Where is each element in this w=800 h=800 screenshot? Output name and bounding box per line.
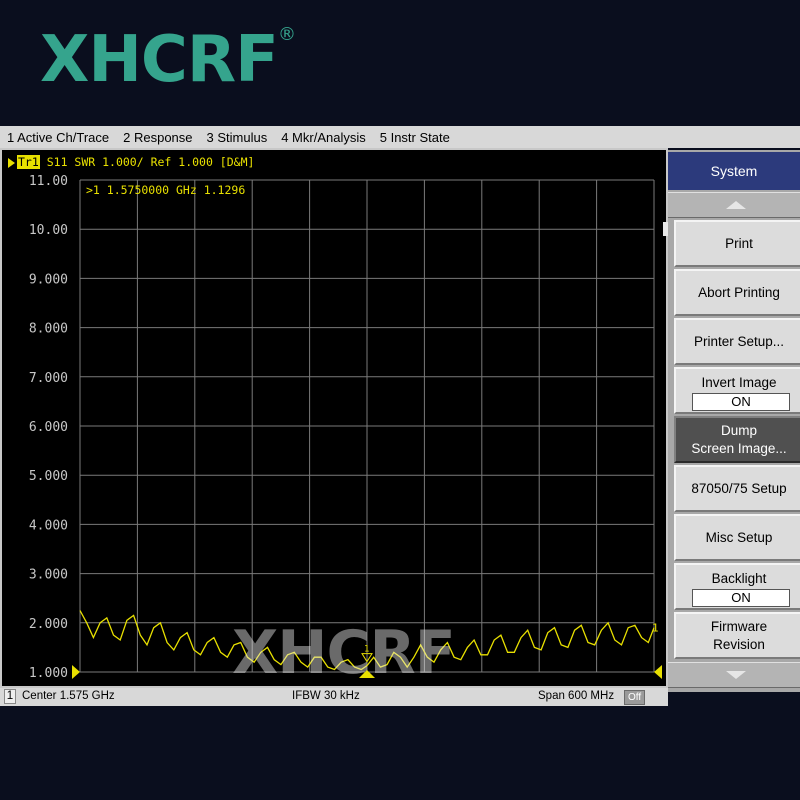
firmware-revision-softkey[interactable]: Firmware Revision bbox=[674, 612, 800, 659]
menu-response[interactable]: 2 Response bbox=[116, 130, 199, 145]
invert-image-softkey[interactable]: Invert Image ON bbox=[674, 367, 800, 414]
invert-image-value: ON bbox=[692, 393, 790, 411]
softkey-label: Firmware Revision bbox=[710, 618, 768, 652]
87050-75-setup-softkey[interactable]: 87050/75 Setup bbox=[674, 465, 800, 512]
ifbw[interactable]: IFBW 30 kHz bbox=[292, 690, 360, 702]
registered-mark: ® bbox=[278, 24, 296, 45]
y-tick-label: 6.000 bbox=[29, 420, 68, 435]
brand-logo: XHCRF bbox=[40, 23, 279, 97]
y-tick-label: 2.000 bbox=[29, 617, 68, 632]
brand-header: XHCRF ® bbox=[0, 0, 800, 122]
y-tick-label: 9.000 bbox=[29, 272, 68, 287]
arrow-down-icon bbox=[726, 671, 746, 679]
softkey-label: Dump Screen Image... bbox=[691, 422, 787, 456]
marker-1-label: 1 bbox=[364, 645, 369, 655]
softkey-label: Invert Image bbox=[701, 375, 777, 390]
softkey-label: Abort Printing bbox=[698, 284, 780, 300]
backlight-value: ON bbox=[692, 589, 790, 607]
trace-display: 11.00 10.00 9.000 8.000 7.000 6.000 5.000 4.000… bbox=[0, 148, 668, 688]
y-tick-label: 11.00 bbox=[29, 174, 68, 189]
span[interactable]: Span 600 MHz bbox=[538, 690, 614, 702]
y-tick-label: 3.000 bbox=[29, 568, 68, 583]
y-tick-label: 1.000 bbox=[29, 666, 68, 681]
y-tick-label: 8.000 bbox=[29, 322, 68, 337]
softkey-label: Misc Setup bbox=[705, 529, 773, 545]
arrow-up-icon bbox=[726, 201, 746, 209]
y-tick-label: 7.000 bbox=[29, 371, 68, 386]
softkey-scroll-up-button[interactable] bbox=[668, 192, 800, 218]
menu-instr-state[interactable]: 5 Instr State bbox=[373, 130, 457, 145]
y-tick-label: 5.000 bbox=[29, 469, 68, 484]
softkey-panel: System Print Abort Printing Printer Setu… bbox=[668, 150, 800, 692]
off-indicator[interactable]: Off bbox=[624, 690, 646, 705]
center-frequency[interactable]: Center 1.575 GHz bbox=[22, 690, 115, 702]
misc-setup-softkey[interactable]: Misc Setup bbox=[674, 514, 800, 561]
stimulus-marker-icon bbox=[359, 670, 375, 678]
abort-printing-softkey[interactable]: Abort Printing bbox=[674, 269, 800, 316]
menu-mkr-analysis[interactable]: 4 Mkr/Analysis bbox=[274, 130, 373, 145]
swr-chart: 11.00 10.00 9.000 8.000 7.000 6.000 5.000 4.000… bbox=[29, 174, 662, 681]
y-tick-label: 10.00 bbox=[29, 223, 68, 238]
trace-id: Tr1 bbox=[17, 155, 40, 169]
softkey-label: Print bbox=[725, 235, 753, 251]
softkey-menu-title: System bbox=[668, 152, 800, 190]
softkey-label: 87050/75 Setup bbox=[691, 480, 787, 496]
backlight-softkey[interactable]: Backlight ON bbox=[674, 563, 800, 610]
menu-bar: 1 Active Ch/Trace 2 Response 3 Stimulus … bbox=[0, 126, 800, 148]
reference-level-right-icon bbox=[654, 665, 662, 679]
menu-active-ch-trace[interactable]: 1 Active Ch/Trace bbox=[0, 130, 116, 145]
trace-description: S11 SWR 1.000/ Ref 1.000 [D&M] bbox=[46, 155, 255, 169]
trace-header[interactable]: Tr1 S11 SWR 1.000/ Ref 1.000 [D&M] bbox=[8, 155, 254, 169]
marker-readout: >1 1.5750000 GHz 1.1296 bbox=[86, 183, 245, 197]
reference-level-left-icon bbox=[72, 665, 80, 679]
active-trace-indicator-icon bbox=[8, 157, 15, 168]
status-bar: 1 Center 1.575 GHz IFBW 30 kHz Span 600 … bbox=[0, 688, 668, 706]
printer-setup-softkey[interactable]: Printer Setup... bbox=[674, 318, 800, 365]
menu-stimulus[interactable]: 3 Stimulus bbox=[200, 130, 275, 145]
trace-end-label: 1 bbox=[652, 622, 659, 635]
channel-indicator[interactable]: 1 bbox=[4, 689, 16, 704]
softkey-label: Printer Setup... bbox=[693, 333, 785, 349]
y-tick-label: 4.000 bbox=[29, 518, 68, 533]
softkey-scroll-down-button[interactable] bbox=[668, 662, 800, 688]
dump-screen-image-softkey[interactable]: Dump Screen Image... bbox=[674, 416, 800, 463]
print-softkey[interactable]: Print bbox=[674, 220, 800, 267]
bottom-background bbox=[0, 706, 800, 800]
softkey-label: Backlight bbox=[711, 571, 767, 586]
